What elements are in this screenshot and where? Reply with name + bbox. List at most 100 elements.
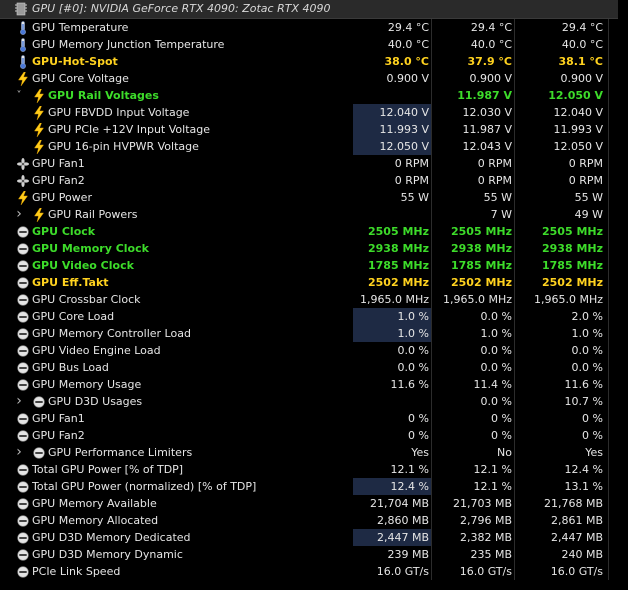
- minimum-value: 12.1 %: [473, 480, 512, 493]
- column-separator: [431, 121, 432, 138]
- column-separator: [431, 70, 432, 87]
- column-separator: [514, 240, 515, 257]
- minimum-value: 2,796 MB: [459, 514, 512, 527]
- sensor-row[interactable]: GPU Video Clock 1785 MHz 1785 MHz 1785 MHz: [0, 257, 628, 274]
- scrollbar[interactable]: [618, 0, 628, 590]
- current-value: 2505 MHz: [368, 225, 429, 238]
- sensor-row[interactable]: GPU Memory Available 21,704 MB 21,703 MB 21…: [0, 495, 628, 512]
- gauge-icon: [17, 565, 29, 578]
- column-separator: [608, 512, 609, 529]
- minimum-value: 0.0 %: [480, 344, 512, 357]
- sensor-row[interactable]: GPU Clock 2505 MHz 2505 MHz 2505 MHz: [0, 223, 628, 240]
- minimum-value: 7 W: [490, 208, 512, 221]
- sensor-row[interactable]: GPU Fan2 0 % 0 % 0 %: [0, 427, 628, 444]
- sensor-row[interactable]: GPU Fan1 0 % 0 % 0 %: [0, 410, 628, 427]
- sensor-row[interactable]: › GPU Rail Powers 7 W 49 W: [0, 206, 628, 223]
- sensor-row[interactable]: GPU Memory Allocated 2,860 MB 2,796 MB 2,86…: [0, 512, 628, 529]
- current-value: 0.900 V: [386, 72, 429, 85]
- column-separator: [514, 87, 515, 104]
- gauge-icon: [17, 344, 29, 357]
- gpu-group-header[interactable]: GPU [#0]: NVIDIA GeForce RTX 4090: Zotac…: [0, 0, 628, 19]
- minimum-value: 12.1 %: [473, 463, 512, 476]
- minimum-value: 0.0 %: [480, 361, 512, 374]
- sensor-row[interactable]: PCIe Link Speed 16.0 GT/s 16.0 GT/s 16.0 GT…: [0, 563, 628, 580]
- current-value: 16.0 GT/s: [376, 565, 429, 578]
- column-separator: [514, 325, 515, 342]
- gauge-icon: [17, 531, 29, 544]
- column-separator: [514, 478, 515, 495]
- column-separator: [608, 53, 609, 70]
- sensor-label: GPU Crossbar Clock: [32, 293, 141, 306]
- gauge-icon: [17, 310, 29, 323]
- sensor-row[interactable]: GPU Memory Controller Load 1.0 % 1.0 % 1.0 …: [0, 325, 628, 342]
- sensor-row[interactable]: GPU Video Engine Load 0.0 % 0.0 % 0.0 %: [0, 342, 628, 359]
- sensor-label: GPU Performance Limiters: [48, 446, 193, 459]
- sensor-row[interactable]: GPU FBVDD Input Voltage 12.040 V 12.030 V 1…: [0, 104, 628, 121]
- column-separator: [514, 274, 515, 291]
- sensor-row[interactable]: GPU Crossbar Clock 1,965.0 MHz 1,965.0 MHz…: [0, 291, 628, 308]
- column-separator: [608, 36, 609, 53]
- sensor-row[interactable]: › GPU Performance Limiters Yes No Yes: [0, 444, 628, 461]
- minimum-value: 0 RPM: [477, 157, 512, 170]
- minimum-value: 12.043 V: [462, 140, 512, 153]
- sensor-label: GPU Temperature: [32, 21, 129, 34]
- expand-chevron-icon[interactable]: ›: [14, 206, 24, 223]
- sensor-label: GPU Rail Voltages: [48, 89, 159, 102]
- sensor-row[interactable]: ˅ GPU Rail Voltages 11.987 V 12.050 V: [0, 87, 628, 104]
- current-value: 21,704 MB: [369, 497, 429, 510]
- collapse-chevron-icon[interactable]: ˅: [14, 87, 24, 104]
- expand-chevron-icon[interactable]: ›: [14, 444, 24, 461]
- sensor-row[interactable]: GPU Core Load 1.0 % 0.0 % 2.0 %: [0, 308, 628, 325]
- sensor-label: GPU Memory Clock: [32, 242, 149, 255]
- sensor-row[interactable]: Total GPU Power (normalized) [% of TDP] 1…: [0, 478, 628, 495]
- maximum-value: 2,861 MB: [550, 514, 603, 527]
- column-separator: [608, 189, 609, 206]
- sensor-row[interactable]: GPU-Hot-Spot 38.0 °C 37.9 °C 38.1 °C: [0, 53, 628, 70]
- current-value: 1785 MHz: [368, 259, 429, 272]
- column-separator: [608, 478, 609, 495]
- minimum-value: 2502 MHz: [451, 276, 512, 289]
- column-separator: [514, 342, 515, 359]
- column-separator: [608, 308, 609, 325]
- sensor-row[interactable]: GPU Memory Clock 2938 MHz 2938 MHz 2938 MHz: [0, 240, 628, 257]
- sensor-row[interactable]: GPU Fan1 0 RPM 0 RPM 0 RPM: [0, 155, 628, 172]
- column-separator: [514, 172, 515, 189]
- gauge-icon: [17, 480, 29, 493]
- sensor-row[interactable]: GPU Bus Load 0.0 % 0.0 % 0.0 %: [0, 359, 628, 376]
- sensor-row[interactable]: GPU Fan2 0 RPM 0 RPM 0 RPM: [0, 172, 628, 189]
- maximum-value: Yes: [585, 446, 603, 459]
- sensor-row[interactable]: GPU 16-pin HVPWR Voltage 12.050 V 12.043 V…: [0, 138, 628, 155]
- column-separator: [431, 308, 432, 325]
- column-separator: [514, 189, 515, 206]
- sensor-row[interactable]: GPU D3D Memory Dynamic 239 MB 235 MB 240 MB: [0, 546, 628, 563]
- sensor-label: GPU Clock: [32, 225, 96, 238]
- column-separator: [431, 53, 432, 70]
- column-separator: [608, 257, 609, 274]
- sensor-label: GPU-Hot-Spot: [32, 55, 118, 68]
- column-separator: [514, 121, 515, 138]
- expand-chevron-icon[interactable]: ›: [14, 393, 24, 410]
- sensor-row[interactable]: GPU Core Voltage 0.900 V 0.900 V 0.900 V: [0, 70, 628, 87]
- sensor-row[interactable]: GPU Eff.Takt 2502 MHz 2502 MHz 2502 MHz: [0, 274, 628, 291]
- gpu-group-label: GPU [#0]: NVIDIA GeForce RTX 4090: Zotac…: [32, 2, 331, 15]
- minimum-value: 0 RPM: [477, 174, 512, 187]
- sensor-row[interactable]: GPU PCIe +12V Input Voltage 11.993 V 11.98…: [0, 121, 628, 138]
- sensor-row[interactable]: › GPU D3D Usages 0.0 % 10.7 %: [0, 393, 628, 410]
- minimum-value: 0.0 %: [480, 395, 512, 408]
- column-separator: [514, 410, 515, 427]
- sensor-row[interactable]: GPU D3D Memory Dedicated 2,447 MB 2,382 MB…: [0, 529, 628, 546]
- maximum-value: 0.900 V: [560, 72, 603, 85]
- column-separator: [431, 223, 432, 240]
- maximum-value: 21,768 MB: [543, 497, 603, 510]
- column-separator: [431, 359, 432, 376]
- maximum-value: 2502 MHz: [542, 276, 603, 289]
- sensor-row[interactable]: GPU Power 55 W 55 W 55 W: [0, 189, 628, 206]
- sensor-row[interactable]: GPU Temperature 29.4 °C 29.4 °C 29.4 °C: [0, 19, 628, 36]
- current-value: 38.0 °C: [384, 55, 429, 68]
- minimum-value: 1.0 %: [480, 327, 512, 340]
- maximum-value: 0 RPM: [568, 174, 603, 187]
- column-separator: [514, 376, 515, 393]
- sensor-row[interactable]: GPU Memory Usage 11.6 % 11.4 % 11.6 %: [0, 376, 628, 393]
- sensor-row[interactable]: GPU Memory Junction Temperature 40.0 °C 40…: [0, 36, 628, 53]
- sensor-row[interactable]: Total GPU Power [% of TDP] 12.1 % 12.1 % 12…: [0, 461, 628, 478]
